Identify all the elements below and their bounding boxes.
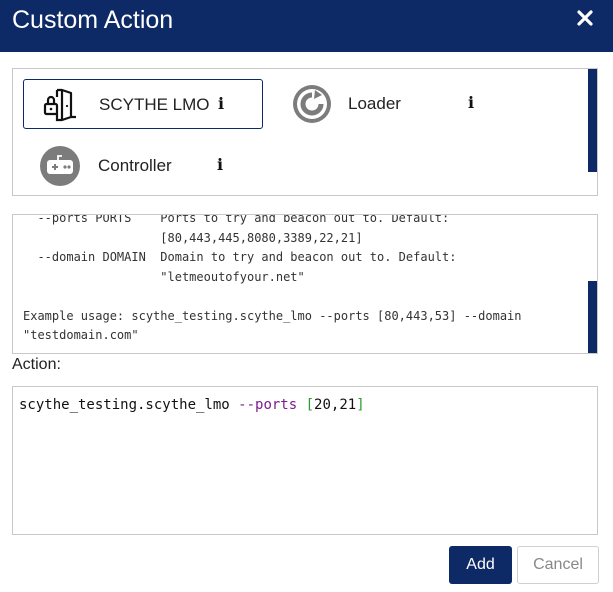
- dialog-title: Custom Action: [12, 6, 174, 34]
- custom-action-dialog: Custom Action SCYTHE LMO i Loader i Cont…: [0, 0, 613, 592]
- plugin-label: SCYTHE LMO: [99, 95, 210, 114]
- help-line: "letmeoutofyour.net": [23, 269, 305, 284]
- close-icon[interactable]: [575, 8, 595, 28]
- plugin-selector: SCYTHE LMO i Loader i Controller i: [12, 68, 598, 196]
- help-scrollbar[interactable]: [588, 281, 597, 353]
- info-icon[interactable]: i: [217, 155, 227, 175]
- action-flag: --ports: [238, 397, 298, 413]
- info-icon[interactable]: i: [218, 94, 228, 114]
- dialog-header: Custom Action: [0, 0, 613, 52]
- cancel-button[interactable]: Cancel: [517, 546, 599, 584]
- help-text-box: --ports PORTS Ports to try and beacon ou…: [12, 214, 598, 354]
- help-line: [80,443,445,8080,3389,22,21]: [23, 230, 363, 245]
- info-icon[interactable]: i: [468, 93, 478, 113]
- plugin-controller[interactable]: Controller i: [23, 141, 263, 191]
- plugin-panel-scrollbar[interactable]: [588, 69, 597, 172]
- action-value: 20,21: [314, 397, 357, 413]
- plugin-loader[interactable]: Loader i: [273, 79, 513, 129]
- help-line: Example usage: scythe_testing.scythe_lmo…: [23, 308, 522, 323]
- controller-icon: [39, 145, 81, 187]
- action-command: scythe_testing.scythe_lmo: [19, 397, 230, 413]
- door-lock-icon: [40, 84, 82, 126]
- action-bracket-close: ]: [356, 397, 365, 413]
- plugin-label: Loader: [348, 94, 401, 113]
- help-text: --ports PORTS Ports to try and beacon ou…: [23, 214, 522, 346]
- loader-circle-icon: [291, 83, 333, 125]
- action-input[interactable]: scythe_testing.scythe_lmo --ports [20,21…: [12, 386, 598, 535]
- action-label: Action:: [12, 356, 61, 373]
- help-line: --domain DOMAIN Domain to try and beacon…: [23, 250, 457, 264]
- add-button[interactable]: Add: [449, 546, 512, 584]
- plugin-label: Controller: [98, 156, 172, 175]
- action-bracket-open: [: [305, 397, 315, 413]
- help-line: "testdomain.com": [23, 328, 139, 342]
- plugin-scythe-lmo[interactable]: SCYTHE LMO i: [23, 79, 263, 129]
- help-line: --ports PORTS Ports to try and beacon ou…: [23, 214, 450, 225]
